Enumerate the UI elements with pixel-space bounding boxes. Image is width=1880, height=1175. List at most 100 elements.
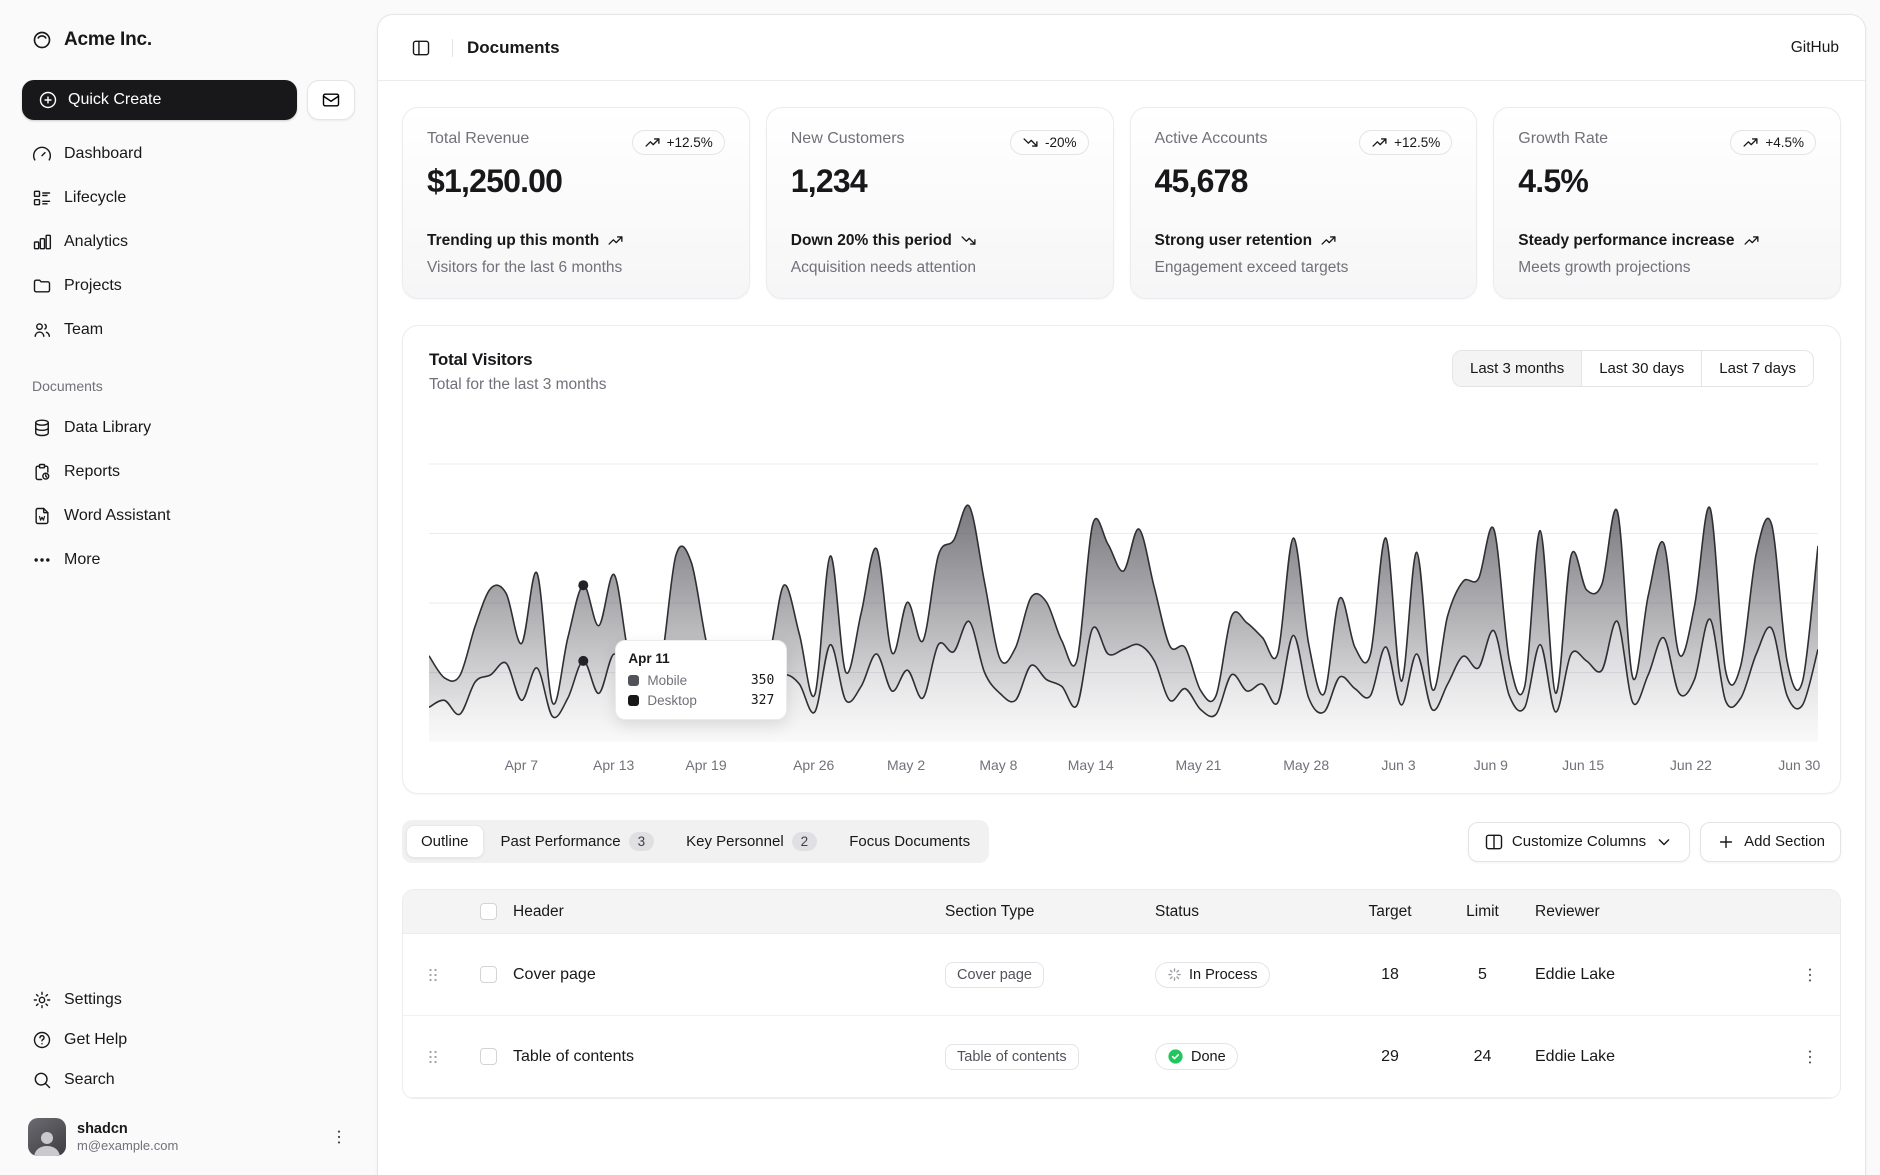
nav-item-label: Get Help [64,1031,127,1049]
sections-tabs: OutlinePast Performance3Key Personnel2Fo… [402,820,989,863]
series-label: Mobile [647,673,687,688]
sidebar-item-settings[interactable]: Settings [22,981,355,1019]
trend-up-icon [1743,232,1760,249]
sidebar-item-lifecycle[interactable]: Lifecycle [22,178,355,218]
sidebar-item-data-library[interactable]: Data Library [22,408,355,448]
sidebar-item-reports[interactable]: Reports [22,452,355,492]
nav-item-label: More [64,551,100,569]
card-footer-desc: Visitors for the last 6 months [427,257,725,279]
plus-icon [1716,832,1736,852]
sidebar-item-analytics[interactable]: Analytics [22,222,355,262]
row-menu-button[interactable] [1780,1047,1840,1067]
row-header[interactable]: Cover page [513,966,945,984]
table-row-cover-page: Cover pageCover pageIn Process185Eddie L… [403,934,1840,1016]
col-target: Target [1350,903,1430,921]
card-footer-desc: Engagement exceed targets [1155,257,1453,279]
range-last-7-days[interactable]: Last 7 days [1701,351,1813,386]
page-title: Documents [467,38,560,58]
col-limit: Limit [1430,903,1535,921]
col-header: Header [513,903,945,921]
tooltip-row: Desktop327 [628,693,774,708]
col-section-type: Section Type [945,903,1155,921]
sidebar-item-dashboard[interactable]: Dashboard [22,134,355,174]
card-footer-title: Steady performance increase [1518,230,1734,252]
card-footer-title: Strong user retention [1155,230,1313,252]
user-menu[interactable]: shadcn m@example.com [22,1113,355,1161]
sections-table: HeaderSection TypeStatusTargetLimitRevie… [402,889,1841,1099]
card-label: Active Accounts [1155,130,1268,148]
tab-focus-documents[interactable]: Focus Documents [834,825,985,858]
x-tick: Jun 3 [1381,757,1415,773]
quick-create-button[interactable]: Quick Create [22,80,297,120]
sidebar-item-search[interactable]: Search [22,1061,355,1099]
sidebar-item-more[interactable]: More [22,540,355,580]
row-target[interactable]: 18 [1350,966,1430,984]
mail-icon [321,90,341,110]
series-value: 327 [751,693,774,708]
sidebar-item-word-assistant[interactable]: Word Assistant [22,496,355,536]
add-section-button[interactable]: Add Section [1700,822,1841,862]
x-tick: May 21 [1175,757,1221,773]
nav-item-label: Projects [64,277,122,295]
row-reviewer[interactable]: Eddie Lake [1535,966,1780,984]
chart-x-axis: Apr 7Apr 13Apr 19Apr 26May 2May 8May 14M… [429,757,1814,777]
stat-card-total-revenue: Total Revenue+12.5%$1,250.00Trending up … [402,107,750,299]
inbox-button[interactable] [307,80,355,120]
row-menu-button[interactable] [1780,965,1840,985]
sidebar-item-projects[interactable]: Projects [22,266,355,306]
row-target[interactable]: 29 [1350,1048,1430,1066]
sidebar-footer-nav: Settings Get Help Search [22,981,355,1099]
x-tick: May 8 [979,757,1017,773]
card-footer-title: Down 20% this period [791,230,952,252]
card-label: Total Revenue [427,130,529,148]
dots-vertical-icon [1800,965,1820,985]
x-tick: Apr 7 [505,757,538,773]
row-checkbox[interactable] [480,1048,497,1065]
customize-columns-button[interactable]: Customize Columns [1468,822,1690,862]
row-reviewer[interactable]: Eddie Lake [1535,1048,1780,1066]
card-value: $1,250.00 [427,163,725,200]
dashboard-icon [32,144,52,164]
tab-past-performance[interactable]: Past Performance3 [486,824,670,859]
chart-bar-icon [32,232,52,252]
stat-card-growth-rate: Growth Rate+4.5%4.5%Steady performance i… [1493,107,1841,299]
trend-up-icon [607,232,624,249]
list-details-icon [32,188,52,208]
trend-badge: +12.5% [1359,130,1452,155]
trend-down-icon [1022,134,1039,151]
section-type-badge: Table of contents [945,1044,1079,1070]
range-last-30-days[interactable]: Last 30 days [1581,351,1701,386]
row-limit[interactable]: 5 [1430,966,1535,984]
logo-icon [32,30,52,50]
drag-handle[interactable] [403,1047,463,1067]
workspace-switcher[interactable]: Acme Inc. [22,18,355,62]
card-footer-desc: Meets growth projections [1518,257,1816,279]
sidebar: Acme Inc. Quick Create Dashboard Lifecycl… [0,0,377,1175]
nav-item-label: Dashboard [64,145,142,163]
github-link[interactable]: GitHub [1791,39,1839,57]
row-header[interactable]: Table of contents [513,1048,945,1066]
trend-up-icon [1320,232,1337,249]
trend-up-icon [1742,134,1759,151]
range-last-3-months[interactable]: Last 3 months [1453,351,1581,386]
chart-tooltip: Apr 11 Mobile350Desktop327 [615,640,787,720]
row-limit[interactable]: 24 [1430,1048,1535,1066]
drag-handle[interactable] [403,965,463,985]
stat-cards: Total Revenue+12.5%$1,250.00Trending up … [402,107,1841,299]
chart-area: Apr 7Apr 13Apr 19Apr 26May 2May 8May 14M… [403,412,1840,777]
tab-outline[interactable]: Outline [406,825,484,858]
card-value: 1,234 [791,163,1089,200]
select-all-checkbox[interactable] [480,903,497,920]
table-header-row: HeaderSection TypeStatusTargetLimitRevie… [403,890,1840,934]
user-menu-icon[interactable] [329,1127,349,1147]
tooltip-row: Mobile350 [628,673,774,688]
grip-icon [423,1047,443,1067]
sidebar-item-team[interactable]: Team [22,310,355,350]
grip-icon [423,965,443,985]
tab-count-badge: 2 [792,832,818,851]
sidebar-item-get-help[interactable]: Get Help [22,1021,355,1059]
header-divider [452,39,453,57]
sidebar-toggle-button[interactable] [404,31,438,65]
row-checkbox[interactable] [480,966,497,983]
tab-key-personnel[interactable]: Key Personnel2 [671,824,832,859]
